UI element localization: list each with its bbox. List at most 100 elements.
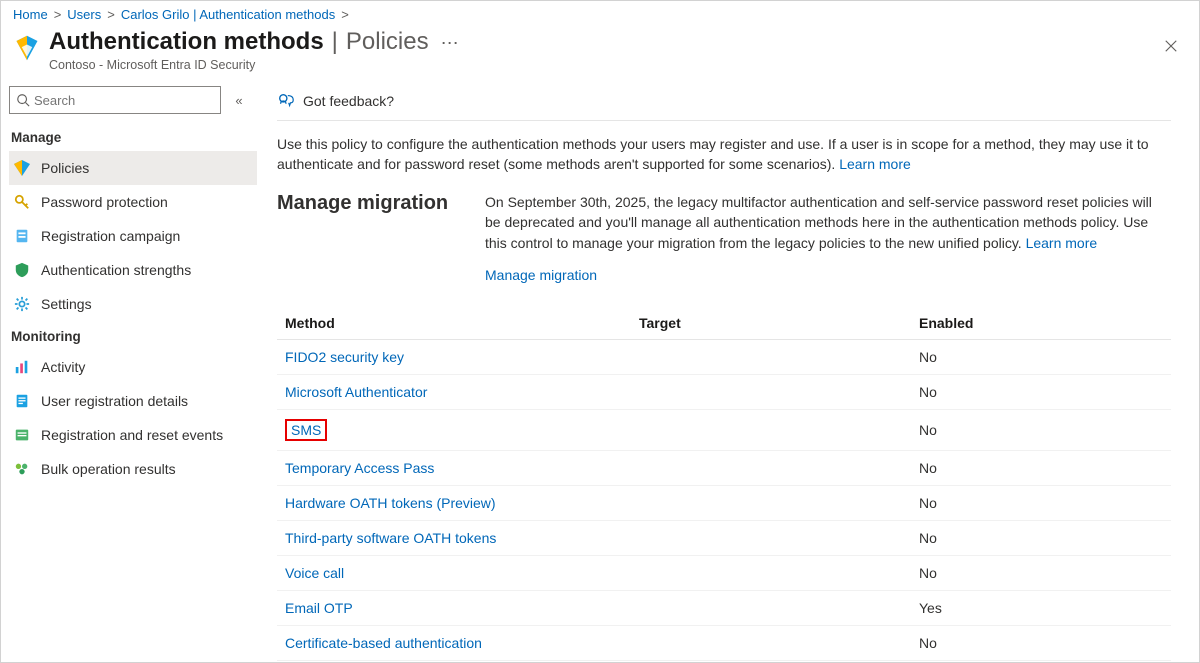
- chevron-right-icon: >: [54, 7, 62, 22]
- org-subtitle: Contoso - Microsoft Entra ID Security: [49, 58, 1159, 72]
- enabled-cell: No: [911, 451, 1171, 486]
- gear-icon: [13, 295, 31, 313]
- manage-migration-heading: Manage migration: [277, 192, 457, 215]
- table-row[interactable]: SMS No: [277, 410, 1171, 451]
- method-link[interactable]: Microsoft Authenticator: [285, 384, 427, 400]
- table-row[interactable]: Hardware OATH tokens (Preview) No: [277, 486, 1171, 521]
- table-row[interactable]: FIDO2 security key No: [277, 340, 1171, 375]
- method-link[interactable]: Email OTP: [285, 600, 353, 616]
- target-cell: [631, 340, 911, 375]
- method-link[interactable]: Temporary Access Pass: [285, 460, 434, 476]
- target-cell: [631, 486, 911, 521]
- intro-text: Use this policy to configure the authent…: [277, 121, 1171, 192]
- method-link[interactable]: Third-party software OATH tokens: [285, 530, 496, 546]
- breadcrumb: Home > Users > Carlos Grilo | Authentica…: [1, 1, 1199, 24]
- enabled-cell: No: [911, 375, 1171, 410]
- auth-methods-table: Method Target Enabled FIDO2 security key…: [277, 307, 1171, 661]
- search-input[interactable]: [34, 93, 214, 108]
- table-row[interactable]: Voice call No: [277, 556, 1171, 591]
- enabled-cell: No: [911, 486, 1171, 521]
- target-cell: [631, 556, 911, 591]
- bar-chart-icon: [13, 358, 31, 376]
- method-link[interactable]: SMS: [291, 422, 321, 438]
- feedback-button[interactable]: Got feedback?: [277, 92, 1171, 121]
- feedback-label: Got feedback?: [303, 93, 394, 109]
- collapse-sidebar-button[interactable]: «: [229, 93, 249, 108]
- sidebar-item-registration-campaign[interactable]: Registration campaign: [9, 219, 257, 253]
- sidebar-item-activity[interactable]: Activity: [9, 350, 257, 384]
- close-blade-button[interactable]: [1159, 34, 1183, 58]
- method-link[interactable]: Voice call: [285, 565, 344, 581]
- migration-learn-more-link[interactable]: Learn more: [1026, 235, 1098, 251]
- target-cell: [631, 410, 911, 451]
- sidebar-item-settings[interactable]: Settings: [9, 287, 257, 321]
- clipboard-icon: [13, 227, 31, 245]
- enabled-cell: No: [911, 556, 1171, 591]
- sidebar-item-user-registration-details[interactable]: User registration details: [9, 384, 257, 418]
- page-subtitle: Policies: [346, 28, 429, 56]
- enabled-cell: No: [911, 340, 1171, 375]
- breadcrumb-home[interactable]: Home: [13, 7, 48, 22]
- sidebar-item-registration-reset-events[interactable]: Registration and reset events: [9, 418, 257, 452]
- table-row[interactable]: Certificate-based authentication No: [277, 626, 1171, 661]
- sidebar-item-auth-strengths[interactable]: Authentication strengths: [9, 253, 257, 287]
- sidebar-section-monitoring: Monitoring: [9, 321, 257, 350]
- method-link[interactable]: Certificate-based authentication: [285, 635, 482, 651]
- table-row[interactable]: Temporary Access Pass No: [277, 451, 1171, 486]
- col-header-enabled[interactable]: Enabled: [911, 307, 1171, 340]
- policies-icon: [13, 159, 31, 177]
- auth-methods-icon: [13, 34, 41, 62]
- chevron-right-icon: >: [107, 7, 115, 22]
- sidebar-item-password-protection[interactable]: Password protection: [9, 185, 257, 219]
- shield-icon: [13, 261, 31, 279]
- sidebar-item-label: Registration campaign: [41, 228, 180, 244]
- sidebar-item-policies[interactable]: Policies: [9, 151, 257, 185]
- sidebar-item-label: Registration and reset events: [41, 427, 223, 443]
- sidebar-item-label: Settings: [41, 296, 92, 312]
- breadcrumb-users[interactable]: Users: [67, 7, 101, 22]
- method-link[interactable]: FIDO2 security key: [285, 349, 404, 365]
- sidebar-item-label: Authentication strengths: [41, 262, 191, 278]
- sidebar-item-label: User registration details: [41, 393, 188, 409]
- search-icon: [16, 93, 30, 107]
- feedback-icon: [277, 92, 295, 110]
- bulk-ops-icon: [13, 460, 31, 478]
- target-cell: [631, 591, 911, 626]
- events-icon: [13, 426, 31, 444]
- table-row[interactable]: Third-party software OATH tokens No: [277, 521, 1171, 556]
- sidebar-section-manage: Manage: [9, 122, 257, 151]
- target-cell: [631, 451, 911, 486]
- sidebar-item-label: Activity: [41, 359, 85, 375]
- col-header-target[interactable]: Target: [631, 307, 911, 340]
- method-link[interactable]: Hardware OATH tokens (Preview): [285, 495, 496, 511]
- enabled-cell: No: [911, 521, 1171, 556]
- enabled-cell: No: [911, 626, 1171, 661]
- search-input-box[interactable]: [9, 86, 221, 114]
- page-title: Authentication methods: [49, 28, 324, 56]
- table-row[interactable]: Email OTP Yes: [277, 591, 1171, 626]
- sidebar-item-bulk-operation-results[interactable]: Bulk operation results: [9, 452, 257, 486]
- title-divider: |: [332, 28, 338, 56]
- enabled-cell: No: [911, 410, 1171, 451]
- main-content: Got feedback? Use this policy to configu…: [257, 82, 1199, 662]
- breadcrumb-user-auth-methods[interactable]: Carlos Grilo | Authentication methods: [121, 7, 335, 22]
- table-row[interactable]: Microsoft Authenticator No: [277, 375, 1171, 410]
- target-cell: [631, 375, 911, 410]
- key-icon: [13, 193, 31, 211]
- sidebar-item-label: Bulk operation results: [41, 461, 176, 477]
- target-cell: [631, 521, 911, 556]
- chevron-right-icon: >: [341, 7, 349, 22]
- sidebar: « Manage Policies Password protection R: [1, 82, 257, 662]
- manage-migration-link[interactable]: Manage migration: [485, 265, 597, 285]
- enabled-cell: Yes: [911, 591, 1171, 626]
- more-actions-button[interactable]: ⋯: [441, 33, 461, 54]
- target-cell: [631, 626, 911, 661]
- document-icon: [13, 392, 31, 410]
- col-header-method[interactable]: Method: [277, 307, 631, 340]
- sidebar-item-label: Password protection: [41, 194, 168, 210]
- app-frame: Home > Users > Carlos Grilo | Authentica…: [0, 0, 1200, 663]
- intro-body: Use this policy to configure the authent…: [277, 136, 1149, 172]
- page-header: Authentication methods | Policies ⋯ Cont…: [1, 24, 1199, 82]
- sidebar-item-label: Policies: [41, 160, 89, 176]
- intro-learn-more-link[interactable]: Learn more: [839, 156, 911, 172]
